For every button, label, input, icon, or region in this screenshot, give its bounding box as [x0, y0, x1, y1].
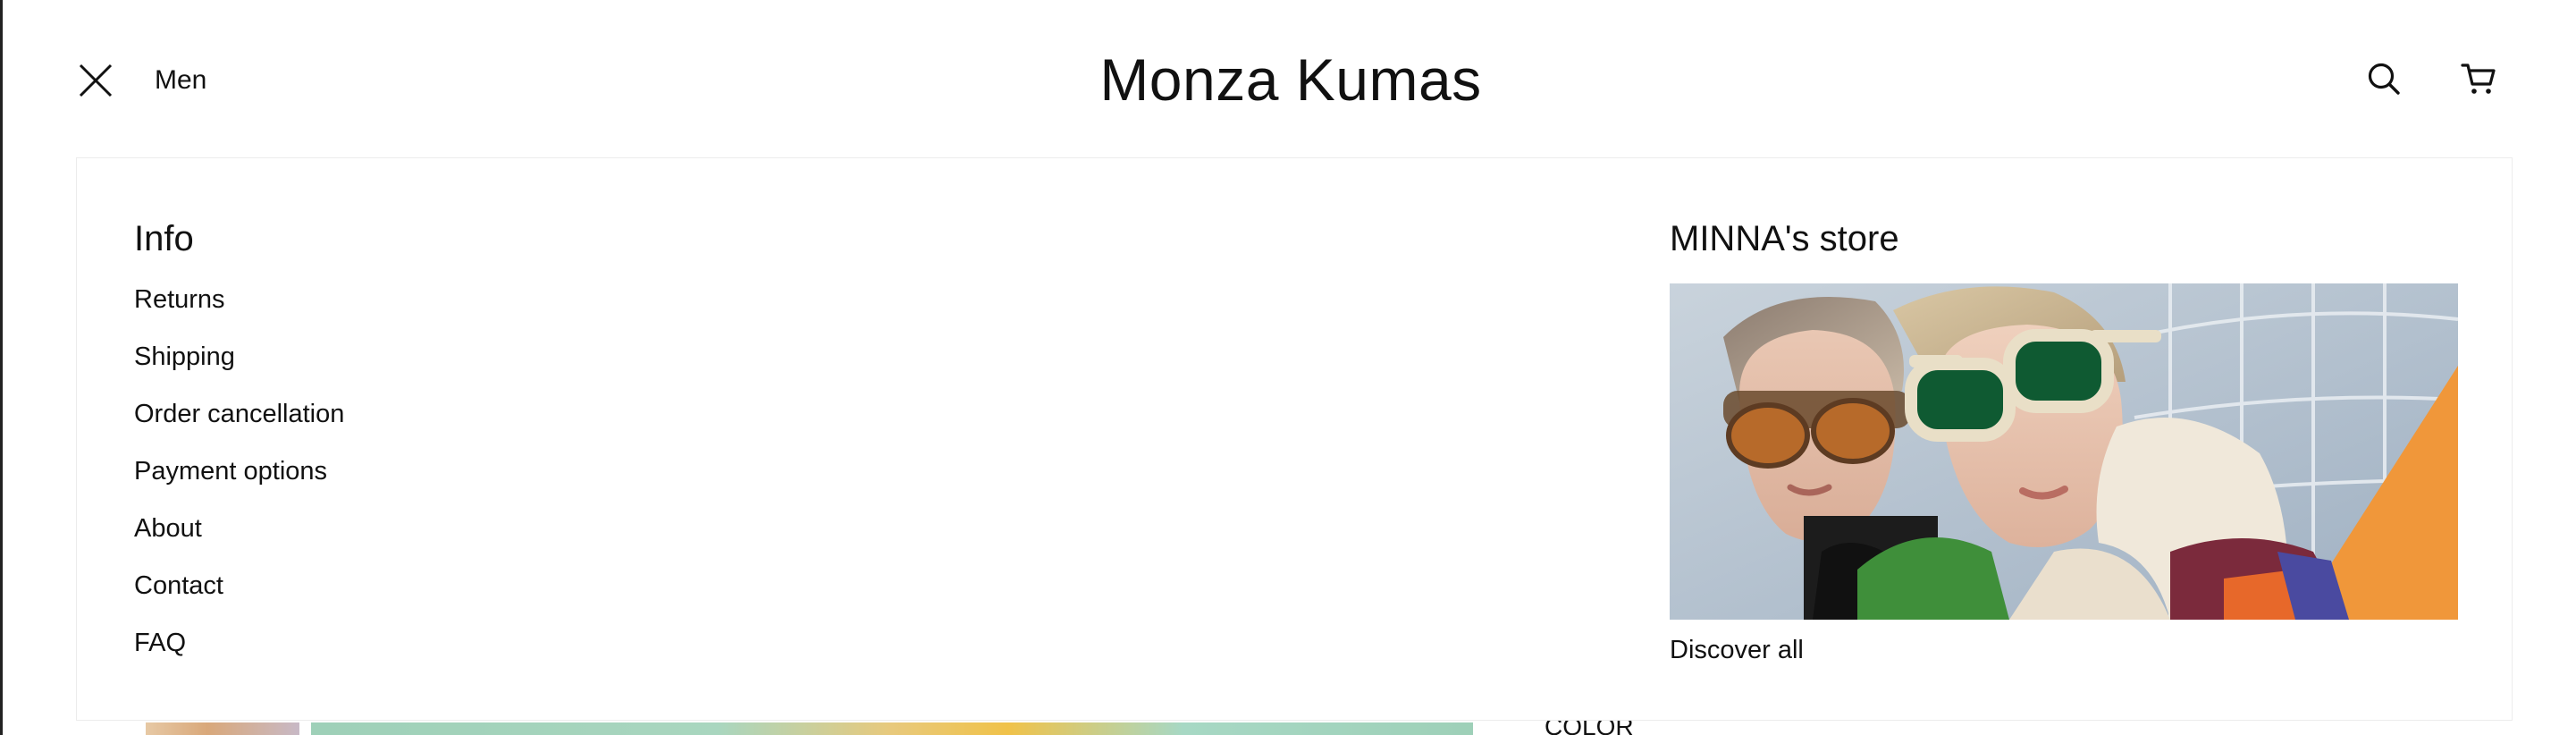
info-links-list: Returns Shipping Order cancellation Paym…: [134, 283, 344, 684]
info-link-about[interactable]: About: [134, 512, 344, 570]
info-link-order-cancellation[interactable]: Order cancellation: [134, 398, 344, 455]
discover-all-link[interactable]: Discover all: [1670, 634, 1804, 666]
product-hero-image[interactable]: [311, 722, 1473, 735]
search-button[interactable]: [2364, 59, 2403, 98]
product-thumbnail[interactable]: [146, 722, 299, 735]
cart-button[interactable]: [2459, 59, 2498, 98]
store-heading: MINNA's store: [1670, 219, 1899, 258]
info-link-payment-options[interactable]: Payment options: [134, 455, 344, 512]
info-link-returns[interactable]: Returns: [134, 283, 344, 341]
store-promo-image[interactable]: [1670, 283, 2458, 620]
site-header: Men Monza Kumas: [3, 0, 2576, 157]
info-heading: Info: [134, 219, 194, 258]
cart-icon: [2461, 63, 2496, 94]
page: COLOR Men Monza Kumas Info Returns Shipp…: [0, 0, 2576, 735]
info-link-faq[interactable]: FAQ: [134, 627, 344, 684]
store-promo-photo: [1670, 283, 2458, 620]
search-icon: [2368, 63, 2400, 95]
info-link-contact[interactable]: Contact: [134, 570, 344, 627]
mega-menu-panel: Info Returns Shipping Order cancellation…: [76, 157, 2513, 721]
info-link-shipping[interactable]: Shipping: [134, 341, 344, 398]
site-title: Monza Kumas: [3, 39, 2576, 120]
site-logo-link[interactable]: Monza Kumas: [1099, 46, 1481, 113]
